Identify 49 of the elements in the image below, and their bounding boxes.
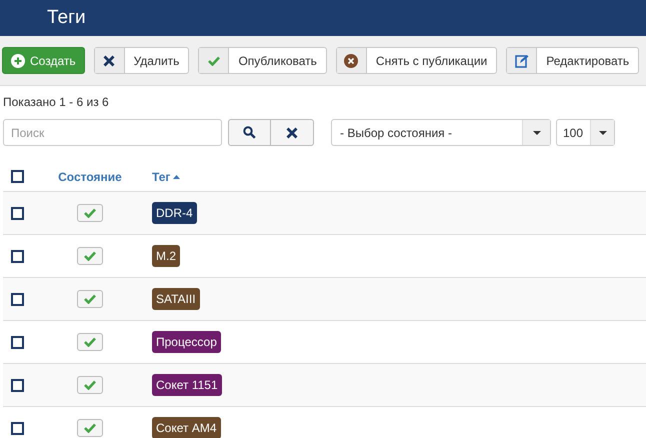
page-title: Теги [47, 6, 86, 30]
checkbox[interactable] [10, 206, 24, 220]
clear-button[interactable] [271, 119, 314, 146]
tag-label[interactable]: Сокет AM4 [152, 417, 221, 438]
publish-toggle[interactable] [77, 419, 103, 437]
publish-toggle[interactable] [77, 333, 103, 351]
close-icon [286, 126, 298, 138]
close-icon [103, 54, 116, 66]
search-button[interactable] [228, 119, 271, 146]
check-icon [84, 380, 96, 390]
state-select[interactable]: - Выбор состояния - [331, 119, 551, 146]
column-header[interactable]: Состояние [31, 168, 149, 186]
create-button[interactable]: Создать [2, 47, 85, 74]
sort-up-icon [173, 174, 180, 178]
tag-label[interactable]: Процессор [152, 331, 221, 353]
column-header[interactable]: Тег [152, 168, 180, 186]
tag-label[interactable]: DDR-4 [152, 202, 197, 224]
publish-toggle[interactable] [77, 290, 103, 308]
tag-label[interactable]: SATAIII [152, 288, 200, 310]
checkbox[interactable] [10, 292, 24, 306]
circle-x-icon [344, 54, 358, 68]
publish-toggle[interactable] [77, 376, 103, 394]
checkbox[interactable] [10, 250, 24, 262]
toolbar-button[interactable]: Снять с публикации [336, 47, 498, 74]
caret-icon [598, 130, 606, 134]
publish-toggle[interactable] [77, 247, 103, 265]
check-icon [84, 294, 96, 304]
check-icon [84, 251, 96, 261]
publish-toggle[interactable] [77, 204, 103, 222]
checkbox[interactable] [10, 336, 24, 348]
toolbar-button[interactable]: Редактировать [506, 47, 640, 74]
tag-label[interactable]: Сокет 1151 [152, 374, 222, 396]
checkbox[interactable] [10, 422, 24, 434]
results-count: Показано 1 - 6 из 6 [3, 94, 110, 111]
check-icon [208, 56, 220, 66]
check-icon [84, 337, 96, 347]
search-field[interactable]: Поиск [3, 119, 222, 146]
plus-circle-icon [11, 54, 25, 68]
caret-icon [532, 130, 540, 134]
limit-select[interactable]: 100 [556, 119, 615, 146]
check-icon [84, 208, 96, 218]
tag-label[interactable]: M.2 [152, 245, 180, 267]
toolbar-button[interactable]: Опубликовать [198, 47, 327, 74]
edit-icon [514, 54, 529, 68]
check-icon [84, 423, 96, 433]
checkbox[interactable] [10, 378, 24, 392]
toolbar-button[interactable]: Удалить [94, 47, 190, 74]
checkbox[interactable] [10, 170, 24, 183]
search-icon [243, 126, 256, 139]
